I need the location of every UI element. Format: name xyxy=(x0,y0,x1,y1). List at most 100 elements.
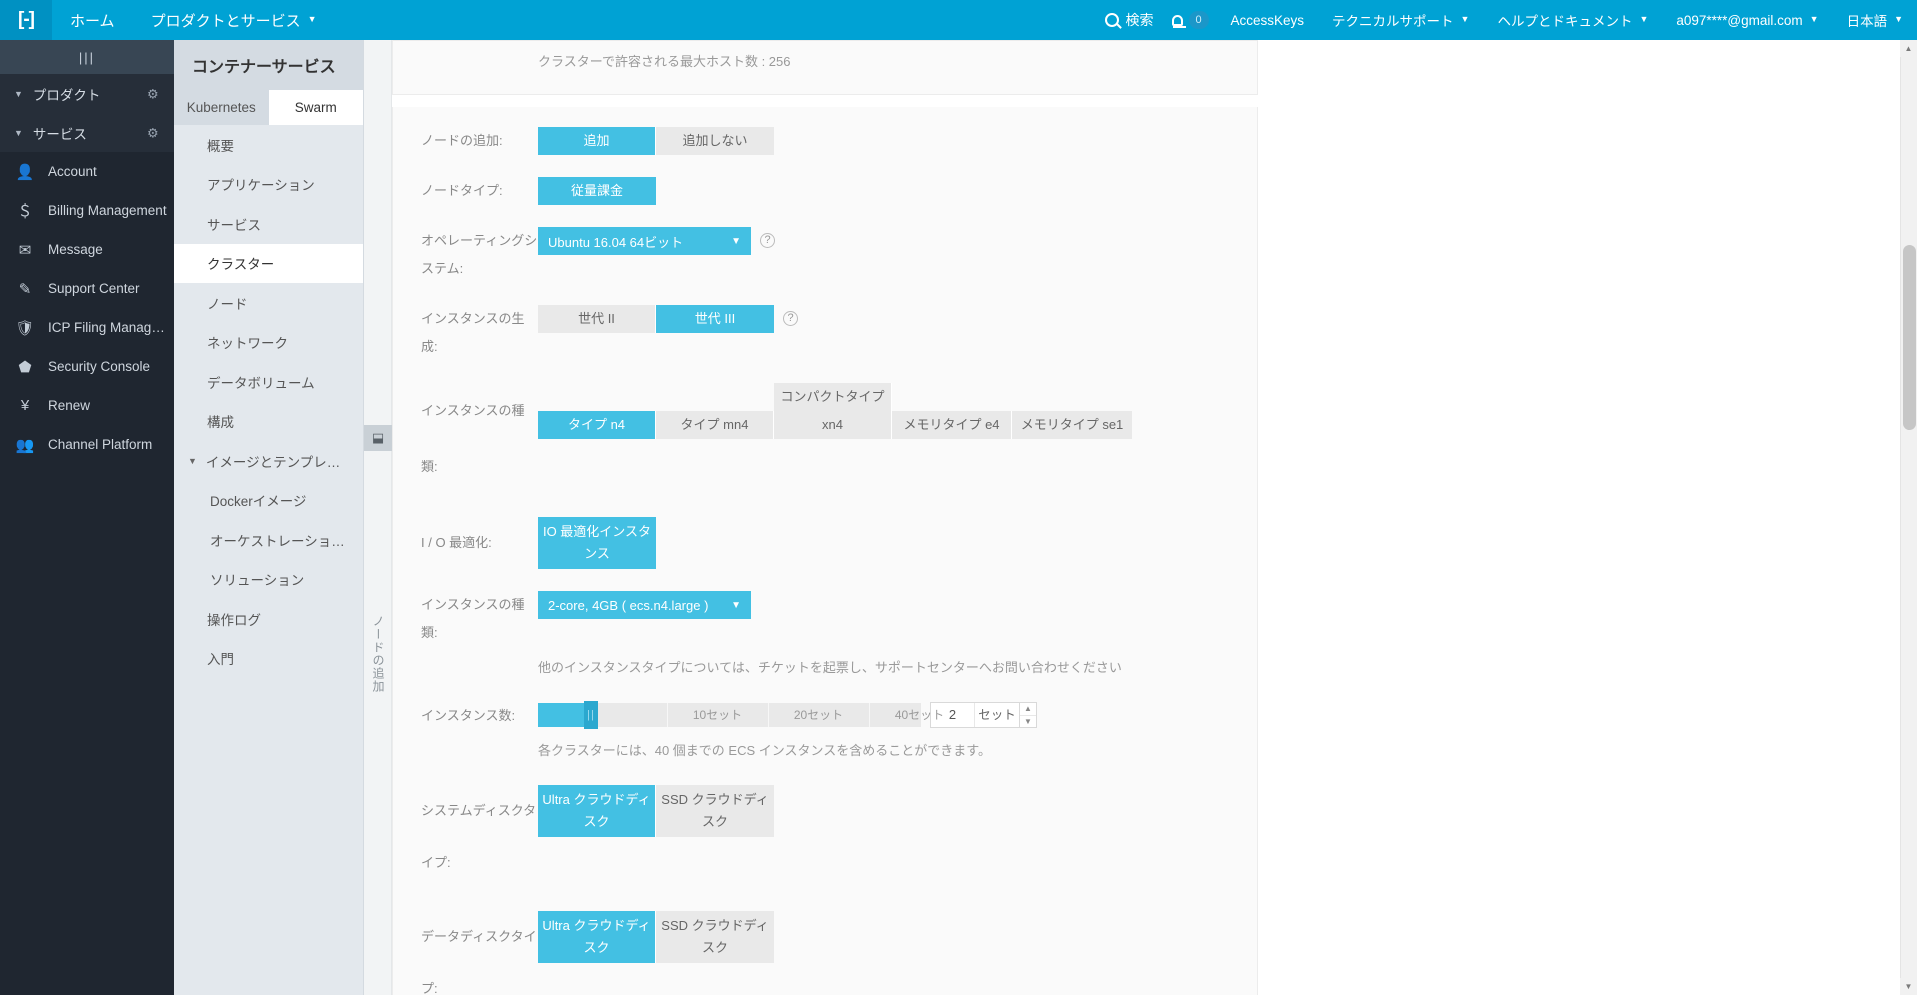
envelope-icon: ✉ xyxy=(18,241,32,259)
nav-products-services[interactable]: プロダクトとサービス ▼ xyxy=(133,0,335,40)
node-type-option-pay-as-you-go[interactable]: 従量課金 xyxy=(538,177,656,205)
row-operating-system: オペレーティングシステム: Ubuntu 16.04 64ビット ▼ ? xyxy=(393,227,1257,283)
sidebar-item-billing-management[interactable]: ＄ Billing Management xyxy=(0,191,174,230)
subnav-item-operation-logs-label: 操作ログ xyxy=(207,612,261,628)
subnav-item-services[interactable]: サービス xyxy=(174,204,363,244)
sidebar-group-services[interactable]: ▼ サービス ⚙ xyxy=(0,113,174,152)
instance-family-option-mn4[interactable]: タイプ mn4 xyxy=(656,411,774,439)
collapse-panel-icon[interactable]: ⬓ xyxy=(364,425,392,451)
gear-icon[interactable]: ⚙ xyxy=(147,126,160,139)
add-node-option-do-not-add[interactable]: 追加しない xyxy=(656,127,774,155)
subnav-item-operation-logs[interactable]: 操作ログ xyxy=(174,599,363,639)
data-disk-option-ssd[interactable]: SSD クラウドディスク xyxy=(656,911,774,963)
instance-family-hat-blank-1 xyxy=(538,383,656,411)
nav-technical-support[interactable]: テクニカルサポート ▼ xyxy=(1318,0,1483,40)
sidebar-item-account[interactable]: 👤 Account xyxy=(0,152,174,191)
subnav-item-docker-images[interactable]: Dockerイメージ xyxy=(174,481,363,521)
operating-system-help-icon[interactable]: ? xyxy=(760,233,775,248)
scrollbar-thumb[interactable] xyxy=(1903,245,1916,430)
instance-generation-option-gen-2[interactable]: 世代 II xyxy=(538,305,656,333)
row-node-type: ノードタイプ: 従量課金 xyxy=(393,177,1257,205)
subnav-item-nodes-label: ノード xyxy=(207,296,248,312)
subnav-item-networks-label: ネットワーク xyxy=(207,336,288,352)
instance-family-option-memory-e4[interactable]: メモリタイプ e4 xyxy=(892,411,1012,439)
add-node-option-add[interactable]: 追加 xyxy=(538,127,656,155)
subnav-item-nodes[interactable]: ノード xyxy=(174,283,363,323)
sidebar-item-support-center[interactable]: ✎ Support Center xyxy=(0,269,174,308)
nav-access-keys[interactable]: AccessKeys xyxy=(1217,0,1319,40)
instance-count-unit: セット xyxy=(978,708,1016,722)
row-instance-family: インスタンスの種類: タイプ n4 タイプ mn4 コンパクトタイプ xn4 メ… xyxy=(393,383,1257,495)
subnav-item-configurations[interactable]: 構成 xyxy=(174,402,363,442)
cloud-bracket-logo-icon: [-] xyxy=(18,9,35,30)
row-system-disk-type-label: システムディスクタイプ: xyxy=(421,803,537,870)
search-button[interactable]: 検索 xyxy=(1089,0,1164,40)
yen-bag-icon: ¥ xyxy=(20,397,30,414)
page-scrollbar[interactable]: ▲ ▼ xyxy=(1900,40,1917,995)
node-type-segmented-control: 従量課金 xyxy=(538,177,656,205)
instance-family-col-e4: メモリタイプ e4 xyxy=(892,383,1012,439)
instance-type-note: 他のインスタンスタイプについては、チケットを起票し、サポートセンターへお問い合わ… xyxy=(538,660,1122,675)
subnav-item-networks[interactable]: ネットワーク xyxy=(174,323,363,363)
sidebar-item-renew[interactable]: ¥ Renew xyxy=(0,386,174,425)
sidebar-drag-handle[interactable]: ||| xyxy=(0,40,174,74)
slider-tick-40: 40セット xyxy=(869,703,969,727)
sidebar-item-security-console-label: Security Console xyxy=(48,359,151,374)
nav-language-menu[interactable]: 日本語 ▼ xyxy=(1833,0,1917,40)
instance-family-option-xn4[interactable]: xn4 xyxy=(774,411,892,439)
dollar-circle-icon: ＄ xyxy=(17,203,33,220)
subnav-item-overview[interactable]: 概要 xyxy=(174,125,363,165)
sidebar-group-products[interactable]: ▼ プロダクト ⚙ xyxy=(0,74,174,113)
system-disk-option-ultra[interactable]: Ultra クラウドディスク xyxy=(538,785,656,837)
chevron-down-icon: ▼ xyxy=(14,127,23,138)
sidebar-item-channel-platform[interactable]: 👥 Channel Platform xyxy=(0,425,174,464)
tab-kubernetes[interactable]: Kubernetes xyxy=(174,90,269,125)
subnav-item-orchestrations[interactable]: オーケストレーショ… xyxy=(174,520,363,560)
logo[interactable]: [-] xyxy=(0,0,52,40)
search-icon xyxy=(1104,13,1119,27)
subnav-item-solutions[interactable]: ソリューション xyxy=(174,560,363,600)
sidebar-item-icp-filing-management[interactable]: 🛡 ICP Filing Managem… xyxy=(0,308,174,347)
subnav-group-images-and-templates[interactable]: ▼ イメージとテンプレート xyxy=(174,441,363,481)
nav-account-menu[interactable]: a097****@gmail.com ▼ xyxy=(1662,0,1832,40)
nav-help-docs[interactable]: ヘルプとドキュメント ▼ xyxy=(1483,0,1662,40)
chevron-down-icon: ▼ xyxy=(307,14,317,24)
instance-family-option-memory-se1[interactable]: メモリタイプ se1 xyxy=(1012,411,1132,439)
subnav-item-clusters[interactable]: クラスター xyxy=(174,243,363,283)
instance-count-slider[interactable]: || 10セット 20セット 40セット xyxy=(538,701,944,729)
gear-icon[interactable]: ⚙ xyxy=(147,87,160,100)
sidebar-item-renew-label: Renew xyxy=(48,398,91,413)
scrollbar-up-icon[interactable]: ▲ xyxy=(1900,40,1917,57)
slider-handle[interactable]: || xyxy=(584,701,598,729)
nav-home[interactable]: ホーム xyxy=(52,0,133,40)
subnav-item-applications[interactable]: アプリケーション xyxy=(174,165,363,205)
scrollbar-down-icon[interactable]: ▼ xyxy=(1900,978,1917,995)
instance-family-option-n4[interactable]: タイプ n4 xyxy=(538,411,656,439)
instance-type-select[interactable]: 2-core, 4GB ( ecs.n4.large ) ▼ xyxy=(538,591,751,619)
tab-swarm[interactable]: Swarm xyxy=(268,90,363,125)
main-content: クラスターで許容される最大ホスト数 : 256 ノードの追加: 追加 追加しない… xyxy=(392,40,1917,995)
operating-system-select[interactable]: Ubuntu 16.04 64ビット ▼ xyxy=(538,227,751,255)
chevron-down-icon: ▼ xyxy=(1894,14,1903,24)
stepper-down-icon[interactable]: ▼ xyxy=(1020,716,1036,728)
notification-badge: 0 xyxy=(1188,11,1209,29)
sidebar-item-security-console[interactable]: ⬟ Security Console xyxy=(0,347,174,386)
instance-generation-option-gen-3[interactable]: 世代 III xyxy=(656,305,774,333)
secondary-sidebar: コンテナーサービス Kubernetes Swarm 概要 アプリケーション サ… xyxy=(174,40,364,995)
nav-home-label: ホーム xyxy=(70,12,115,30)
subnav-item-data-volumes[interactable]: データボリューム xyxy=(174,362,363,402)
stepper-up-icon[interactable]: ▲ xyxy=(1020,703,1036,716)
io-optimization-option-optimized[interactable]: IO 最適化インスタンス xyxy=(538,517,656,569)
panel-collapse-strip: ⬓ ノードの追加 xyxy=(364,40,392,995)
notifications-button[interactable]: 0 xyxy=(1164,0,1217,40)
data-disk-option-ultra[interactable]: Ultra クラウドディスク xyxy=(538,911,656,963)
sidebar-item-message[interactable]: ✉ Message xyxy=(0,230,174,269)
vertical-section-label: ノードの追加 xyxy=(371,615,385,693)
system-disk-option-ssd[interactable]: SSD クラウドディスク xyxy=(656,785,774,837)
instance-family-col-n4: タイプ n4 xyxy=(538,383,656,439)
subnav-item-getting-started[interactable]: 入門 xyxy=(174,639,363,679)
instance-count-note: 各クラスターには、40 個までの ECS インスタンスを含めることができます。 xyxy=(538,743,991,758)
sidebar-group-products-label: プロダクト xyxy=(32,87,101,103)
nav-products-services-label: プロダクトとサービス xyxy=(150,12,301,30)
instance-generation-help-icon[interactable]: ? xyxy=(783,311,798,326)
